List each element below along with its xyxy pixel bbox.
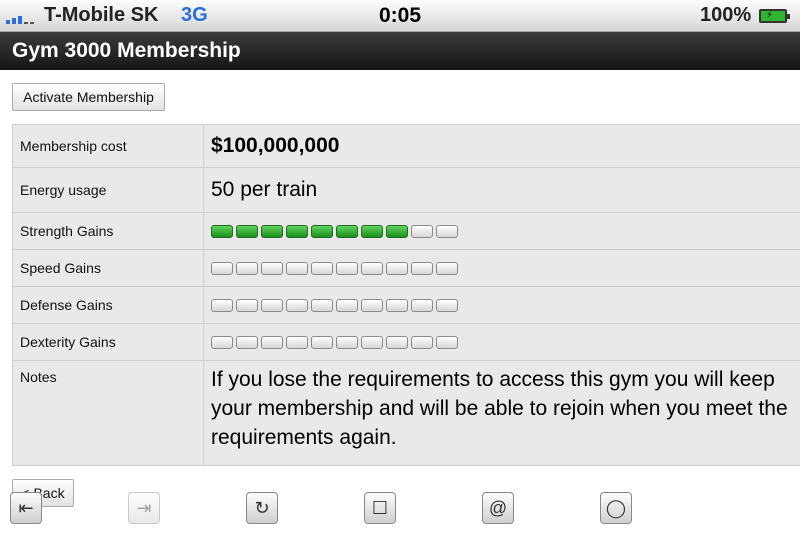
- reload-icon[interactable]: ↻: [246, 492, 278, 524]
- activate-membership-button[interactable]: Activate Membership: [12, 83, 165, 111]
- title-bar: Gym 3000 Membership: [0, 32, 800, 70]
- dexterity-gains-bar: [211, 335, 800, 349]
- gain-segment: [211, 298, 233, 312]
- gain-segment: [361, 298, 383, 312]
- gain-segment: [311, 224, 333, 238]
- circle-icon[interactable]: ◯: [600, 492, 632, 524]
- table-row: Speed Gains: [12, 249, 800, 287]
- gain-segment: [261, 261, 283, 275]
- speed-gains-label: Speed Gains: [12, 249, 204, 287]
- speed-gains-bar: [211, 261, 800, 275]
- strength-gains-label: Strength Gains: [12, 212, 204, 250]
- dexterity-gains-label: Dexterity Gains: [12, 323, 204, 361]
- forward-arrow-icon[interactable]: ⇥: [128, 492, 160, 524]
- table-row: Energy usage 50 per train: [12, 167, 800, 213]
- clock: 0:05: [378, 4, 422, 27]
- gain-segment: [336, 298, 358, 312]
- gain-segment: [211, 224, 233, 238]
- gain-segment: [336, 335, 358, 349]
- gain-segment: [436, 224, 458, 238]
- energy-label: Energy usage: [12, 167, 204, 213]
- gain-segment: [386, 261, 408, 275]
- gain-segment: [261, 224, 283, 238]
- gain-segment: [236, 224, 258, 238]
- page-title: Gym 3000 Membership: [12, 39, 241, 62]
- membership-details-table: Membership cost $100,000,000 Energy usag…: [12, 124, 800, 466]
- cost-value: $100,000,000: [211, 134, 340, 157]
- gain-segment: [411, 298, 433, 312]
- gain-segment: [286, 224, 308, 238]
- gain-segment: [261, 298, 283, 312]
- table-row: Dexterity Gains: [12, 323, 800, 361]
- gain-segment: [411, 261, 433, 275]
- strength-gains-bar: [211, 224, 800, 238]
- at-icon[interactable]: @: [482, 492, 514, 524]
- defense-gains-bar: [211, 298, 800, 312]
- notes-label: Notes: [12, 360, 204, 466]
- gain-segment: [336, 224, 358, 238]
- gain-segment: [436, 261, 458, 275]
- gain-segment: [311, 335, 333, 349]
- gain-segment: [236, 298, 258, 312]
- battery-percentage: 100%: [700, 4, 752, 26]
- table-row: Strength Gains: [12, 212, 800, 250]
- gain-segment: [361, 261, 383, 275]
- gain-segment: [236, 335, 258, 349]
- defense-gains-label: Defense Gains: [12, 286, 204, 324]
- table-row: Membership cost $100,000,000: [12, 124, 800, 168]
- gain-segment: [261, 335, 283, 349]
- gain-segment: [311, 261, 333, 275]
- gain-segment: [436, 298, 458, 312]
- table-row: Defense Gains: [12, 286, 800, 324]
- gain-segment: [386, 335, 408, 349]
- back-arrow-icon[interactable]: ⇤: [10, 492, 42, 524]
- table-row: Notes If you lose the requirements to ac…: [12, 360, 800, 466]
- gain-segment: [286, 261, 308, 275]
- gain-segment: [311, 298, 333, 312]
- gain-segment: [361, 224, 383, 238]
- gain-segment: [211, 261, 233, 275]
- gain-segment: [411, 224, 433, 238]
- energy-value: 50 per train: [211, 178, 318, 201]
- gain-segment: [286, 335, 308, 349]
- gain-segment: [386, 298, 408, 312]
- gain-segment: [386, 224, 408, 238]
- gain-segment: [361, 335, 383, 349]
- window-icon[interactable]: ☐: [364, 492, 396, 524]
- gain-segment: [436, 335, 458, 349]
- gain-segment: [286, 298, 308, 312]
- notes-text: If you lose the requirements to access t…: [211, 368, 788, 449]
- gain-segment: [411, 335, 433, 349]
- gain-segment: [211, 335, 233, 349]
- battery-icon: ⚡: [759, 9, 790, 23]
- gain-segment: [336, 261, 358, 275]
- cost-label: Membership cost: [12, 124, 204, 168]
- status-bar: T-Mobile SK 3G 0:05 100% ⚡: [0, 0, 800, 32]
- gain-segment: [236, 261, 258, 275]
